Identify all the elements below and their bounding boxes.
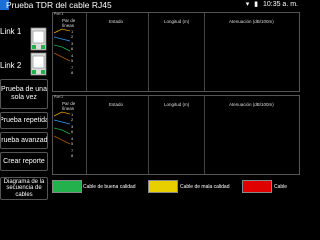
create-report-button[interactable]: Crear reporte <box>0 152 48 171</box>
page-title: Prueba TDR del cable RJ45 <box>6 0 112 10</box>
cable-pairs-icon <box>54 28 70 62</box>
col-status: Estado <box>109 102 124 107</box>
legend: Cable de buena calidad Cable de mala cal… <box>52 180 300 194</box>
port1-panel: Port 1 Par de líneas Estado Longitud (m)… <box>52 12 300 92</box>
wifi-icon: ▾ <box>245 1 250 8</box>
col-length: Longitud (m) <box>164 102 190 107</box>
good-cable-swatch <box>52 180 82 193</box>
bad-cable-swatch <box>148 180 178 193</box>
pin-label: 6 <box>71 46 74 51</box>
title-bar: Prueba TDR del cable RJ45 ▾ ▮ 10:35 a. m… <box>0 0 300 10</box>
pin-label: 2 <box>71 34 74 39</box>
pin-label: 6 <box>71 129 74 134</box>
pin-label: 8 <box>71 70 74 75</box>
port-label: Port 1 <box>54 12 64 16</box>
cable-pairs-icon <box>54 111 70 145</box>
col-length: Longitud (m) <box>164 19 190 24</box>
rj45-port-icon <box>30 52 47 76</box>
good-cable-label: Cable de buena calidad <box>83 184 136 190</box>
col-status: Estado <box>109 19 124 24</box>
col-attenuation: Atenuación (dB/100m) <box>229 102 274 107</box>
port2-panel: Port 2 Par de líneas Estado Longitud (m)… <box>52 95 300 175</box>
port-label: Port 2 <box>54 95 64 99</box>
link1-label: Link 1 <box>0 27 22 36</box>
col-attenuation: Atenuación (dB/100m) <box>229 19 274 24</box>
repeat-test-button[interactable]: Prueba repetida <box>0 112 48 129</box>
clock: 10:35 a. m. <box>262 1 298 8</box>
rj45-port-icon <box>30 27 47 51</box>
wire-map-button[interactable]: Diagrama de la secuencia de cables <box>0 177 48 200</box>
pin-label: 2 <box>71 117 74 122</box>
cable-swatch <box>242 180 272 193</box>
link2-label: Link 2 <box>0 61 22 70</box>
status-bar: ▾ ▮ 10:35 a. m. <box>243 0 298 10</box>
sidebar: Link 1 Link 2 Prueba de una sola vez Pru… <box>0 11 48 200</box>
pin-label: 5 <box>71 141 74 146</box>
bad-cable-label: Cable de mala calidad <box>180 184 230 190</box>
pin-label: 8 <box>71 153 74 158</box>
battery-icon: ▮ <box>254 1 259 8</box>
cable-label: Cable <box>274 184 288 190</box>
advanced-test-button[interactable]: Prueba avanzada <box>0 132 48 149</box>
pin-label: 5 <box>71 58 74 63</box>
single-test-button[interactable]: Prueba de una sola vez <box>0 79 48 109</box>
